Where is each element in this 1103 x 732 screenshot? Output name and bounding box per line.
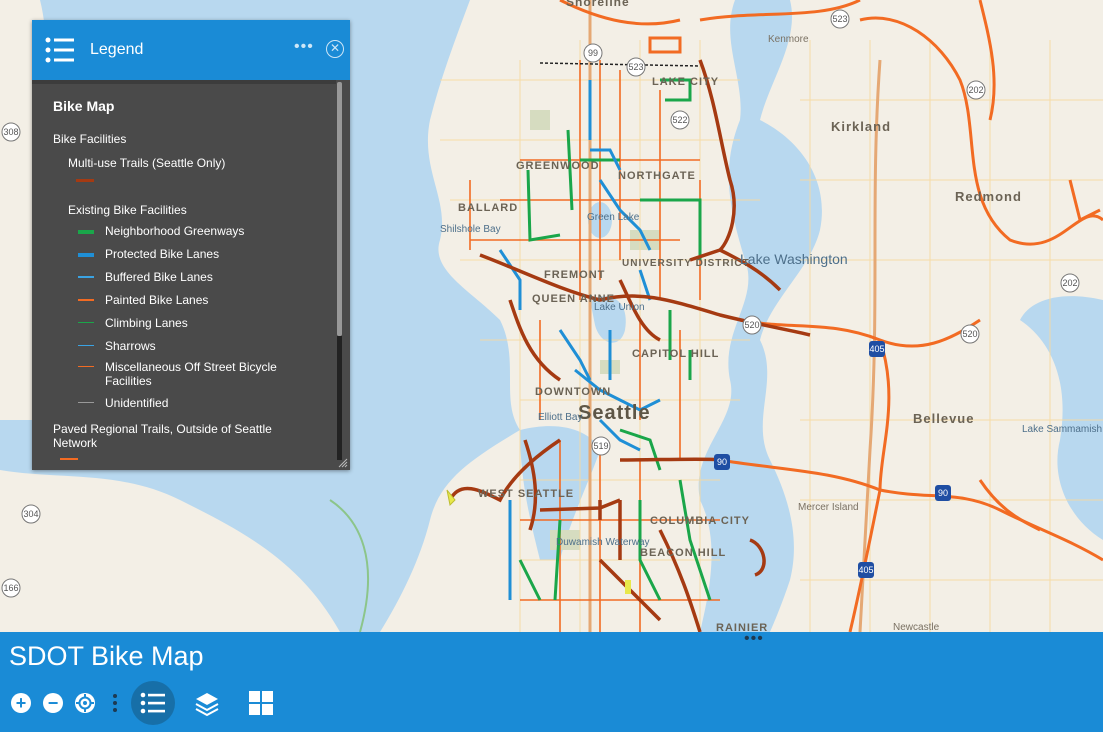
panel-drag-grip[interactable]: ••• <box>744 630 764 648</box>
legend-item-label: Climbing Lanes <box>105 316 188 330</box>
place-fremont: FREMONT <box>544 269 605 281</box>
legend-item-buffered-bike-lanes: Buffered Bike Lanes <box>78 270 213 284</box>
legend-toggle-button[interactable] <box>131 681 175 725</box>
legend-swatch <box>78 299 94 301</box>
locate-icon <box>75 693 95 713</box>
legend-swatch <box>78 322 94 323</box>
svg-text:523: 523 <box>628 62 643 72</box>
legend-swatch-multi-use <box>76 179 94 182</box>
water-elliott-bay: Elliott Bay <box>538 412 582 423</box>
svg-text:520: 520 <box>744 320 759 330</box>
legend-item-label: Sharrows <box>105 339 156 353</box>
svg-text:90: 90 <box>938 488 948 498</box>
place-downtown: DOWNTOWN <box>535 386 611 398</box>
more-options-icon[interactable]: ••• <box>294 38 314 56</box>
place-northgate: NORTHGATE <box>618 170 696 182</box>
bottom-bar: ••• SDOT Bike Map + − <box>0 630 1103 732</box>
legend-group-regional-trails: Paved Regional Trails, Outside of Seattl… <box>53 422 272 450</box>
place-greenwood: GREENWOOD <box>516 160 600 172</box>
legend-swatch <box>78 345 94 346</box>
legend-swatch <box>78 253 94 257</box>
legend-header[interactable]: Legend ••• ✕ <box>32 20 350 80</box>
legend-item-unidentified: Unidentified <box>78 396 168 410</box>
legend-item-sharrows: Sharrows <box>78 339 156 353</box>
place-kirkland: Kirkland <box>831 119 891 134</box>
svg-text:523: 523 <box>832 14 847 24</box>
close-icon[interactable]: ✕ <box>326 40 344 58</box>
svg-text:166: 166 <box>3 583 18 593</box>
svg-text:405: 405 <box>858 565 873 575</box>
legend-item-label: Buffered Bike Lanes <box>105 270 213 284</box>
place-newcastle: Newcastle <box>893 622 940 632</box>
svg-text:202: 202 <box>1062 278 1077 288</box>
more-tools-icon[interactable] <box>112 693 118 713</box>
legend-title: Legend <box>90 41 144 58</box>
place-redmond: Redmond <box>955 189 1022 204</box>
water-shilshole-bay: Shilshole Bay <box>440 224 501 235</box>
water-lake-washington: Lake Washington <box>740 251 848 267</box>
svg-text:522: 522 <box>672 115 687 125</box>
legend-item-painted-bike-lanes: Painted Bike Lanes <box>78 293 208 307</box>
legend-item-label: Protected Bike Lanes <box>105 247 220 261</box>
water-lake-sammamish: Lake Sammamish <box>1022 424 1102 435</box>
legend-swatch <box>78 366 94 367</box>
legend-body: Bike Map Bike Facilities Multi-use Trail… <box>32 80 336 474</box>
grid-icon <box>249 691 273 715</box>
zoom-in-button[interactable]: + <box>11 693 31 713</box>
legend-item-label: Unidentified <box>105 396 169 410</box>
place-west-seattle: WEST SEATTLE <box>478 488 574 500</box>
place-university-district: UNIVERSITY DISTRICT <box>622 258 750 269</box>
legend-list-icon <box>45 37 74 63</box>
legend-group-bike-facilities: Bike Facilities <box>53 132 127 146</box>
place-ballard: BALLARD <box>458 202 518 214</box>
layers-button[interactable] <box>193 690 221 718</box>
svg-text:519: 519 <box>593 441 608 451</box>
svg-text:308: 308 <box>3 127 18 137</box>
legend-item-protected-bike-lanes: Protected Bike Lanes <box>78 247 219 261</box>
svg-text:90: 90 <box>717 457 727 467</box>
legend-panel: Legend ••• ✕ Bike Map Bike Facilities Mu… <box>32 20 350 470</box>
svg-text:520: 520 <box>962 329 977 339</box>
place-columbia-city: COLUMBIA CITY <box>650 515 750 527</box>
place-beacon-hill: BEACON HILL <box>640 547 726 559</box>
zoom-out-button[interactable]: − <box>43 693 63 713</box>
svg-text:99: 99 <box>588 48 598 58</box>
legend-group-multi-use-trails: Multi-use Trails (Seattle Only) <box>68 156 226 170</box>
legend-item-label: Miscellaneous Off Street Bicycle Facilit… <box>105 360 277 388</box>
resize-handle-icon[interactable] <box>338 458 348 468</box>
water-lake-union: Lake Union <box>594 302 645 313</box>
place-seattle: Seattle <box>578 402 651 424</box>
svg-text:405: 405 <box>869 344 884 354</box>
legend-item-label: Painted Bike Lanes <box>105 293 209 307</box>
legend-scrollbar-track <box>337 336 342 460</box>
legend-swatch <box>78 276 94 278</box>
legend-group-existing: Existing Bike Facilities <box>68 203 187 217</box>
water-duwamish: Duwamish Waterway <box>556 537 650 548</box>
basemap-gallery-button[interactable] <box>248 690 274 716</box>
place-bellevue: Bellevue <box>913 411 974 426</box>
legend-scrollbar[interactable] <box>337 82 342 336</box>
legend-list-icon <box>140 692 165 714</box>
svg-text:202: 202 <box>968 85 983 95</box>
place-lake-city: LAKE CITY <box>652 76 719 88</box>
place-kenmore: Kenmore <box>768 34 809 45</box>
legend-swatch-regional <box>60 458 78 460</box>
svg-text:304: 304 <box>23 509 38 519</box>
place-capitol-hill: CAPITOL HILL <box>632 348 719 360</box>
place-mercer-island: Mercer Island <box>798 502 859 513</box>
legend-item-climbing-lanes: Climbing Lanes <box>78 316 188 330</box>
legend-swatch <box>78 230 94 234</box>
layers-icon <box>195 693 219 717</box>
app-title: SDOT Bike Map <box>9 641 204 671</box>
water-green-lake: Green Lake <box>587 212 640 223</box>
locate-button[interactable] <box>74 692 96 714</box>
place-shoreline: Shoreline <box>566 0 630 9</box>
legend-swatch <box>78 402 94 403</box>
legend-item-neighborhood-greenways: Neighborhood Greenways <box>78 224 244 238</box>
legend-item-label: Neighborhood Greenways <box>105 224 245 238</box>
legend-layer-title: Bike Map <box>53 98 115 114</box>
legend-item-misc-off-street: Miscellaneous Off Street Bicycle Facilit… <box>78 360 288 388</box>
